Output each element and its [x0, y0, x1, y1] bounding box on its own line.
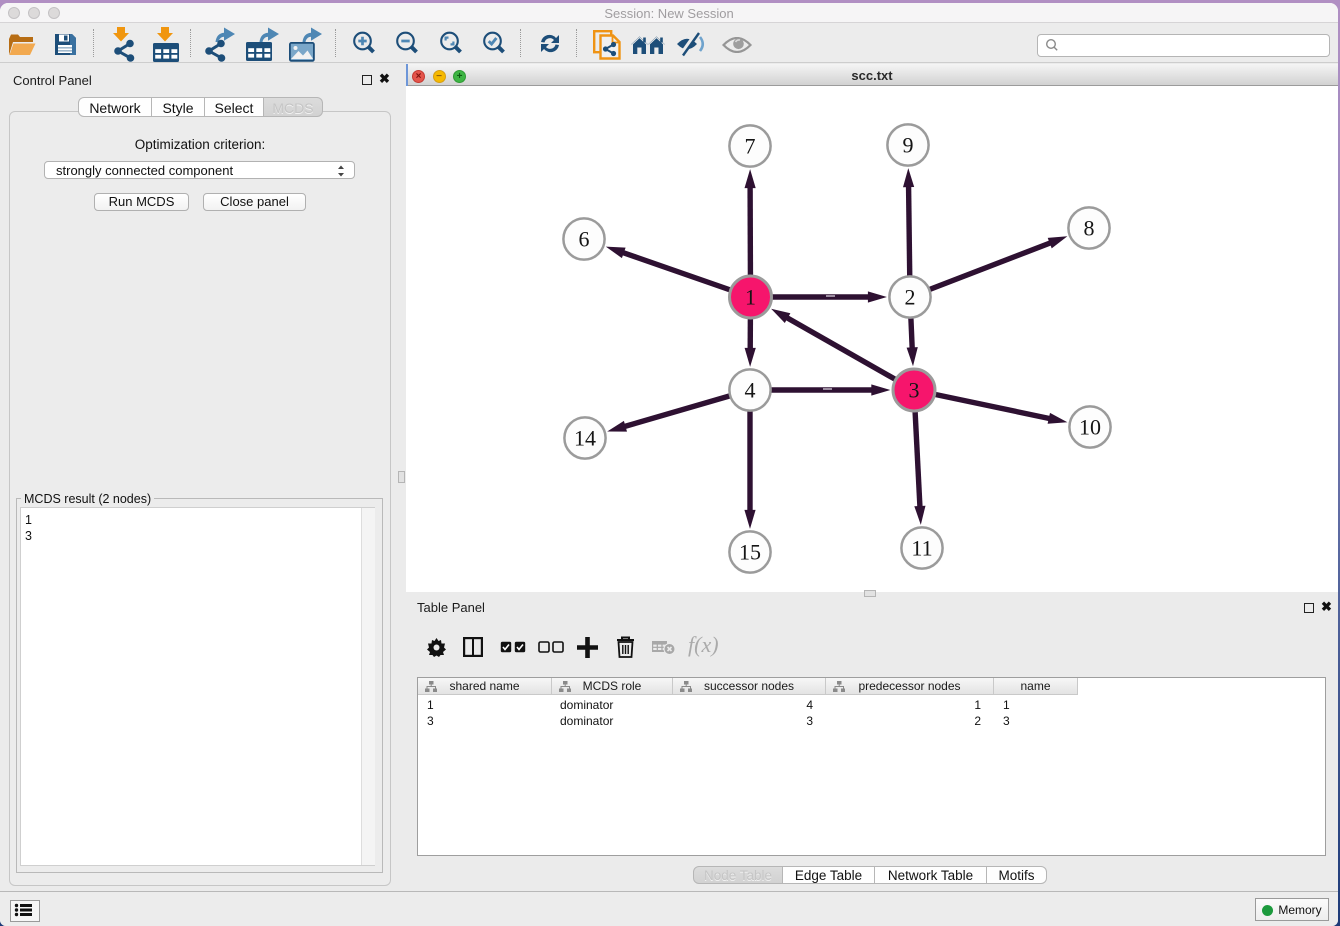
svg-text:11: 11 [911, 536, 932, 561]
svg-text:4: 4 [745, 378, 756, 403]
svg-text:14: 14 [574, 426, 596, 451]
svg-text:2: 2 [905, 285, 916, 310]
svg-text:6: 6 [579, 227, 590, 252]
svg-text:3: 3 [909, 378, 920, 403]
svg-text:8: 8 [1084, 216, 1095, 241]
svg-text:10: 10 [1079, 415, 1101, 440]
svg-text:9: 9 [903, 133, 914, 158]
svg-text:7: 7 [745, 134, 756, 159]
svg-text:15: 15 [739, 540, 761, 565]
svg-text:1: 1 [745, 285, 756, 310]
